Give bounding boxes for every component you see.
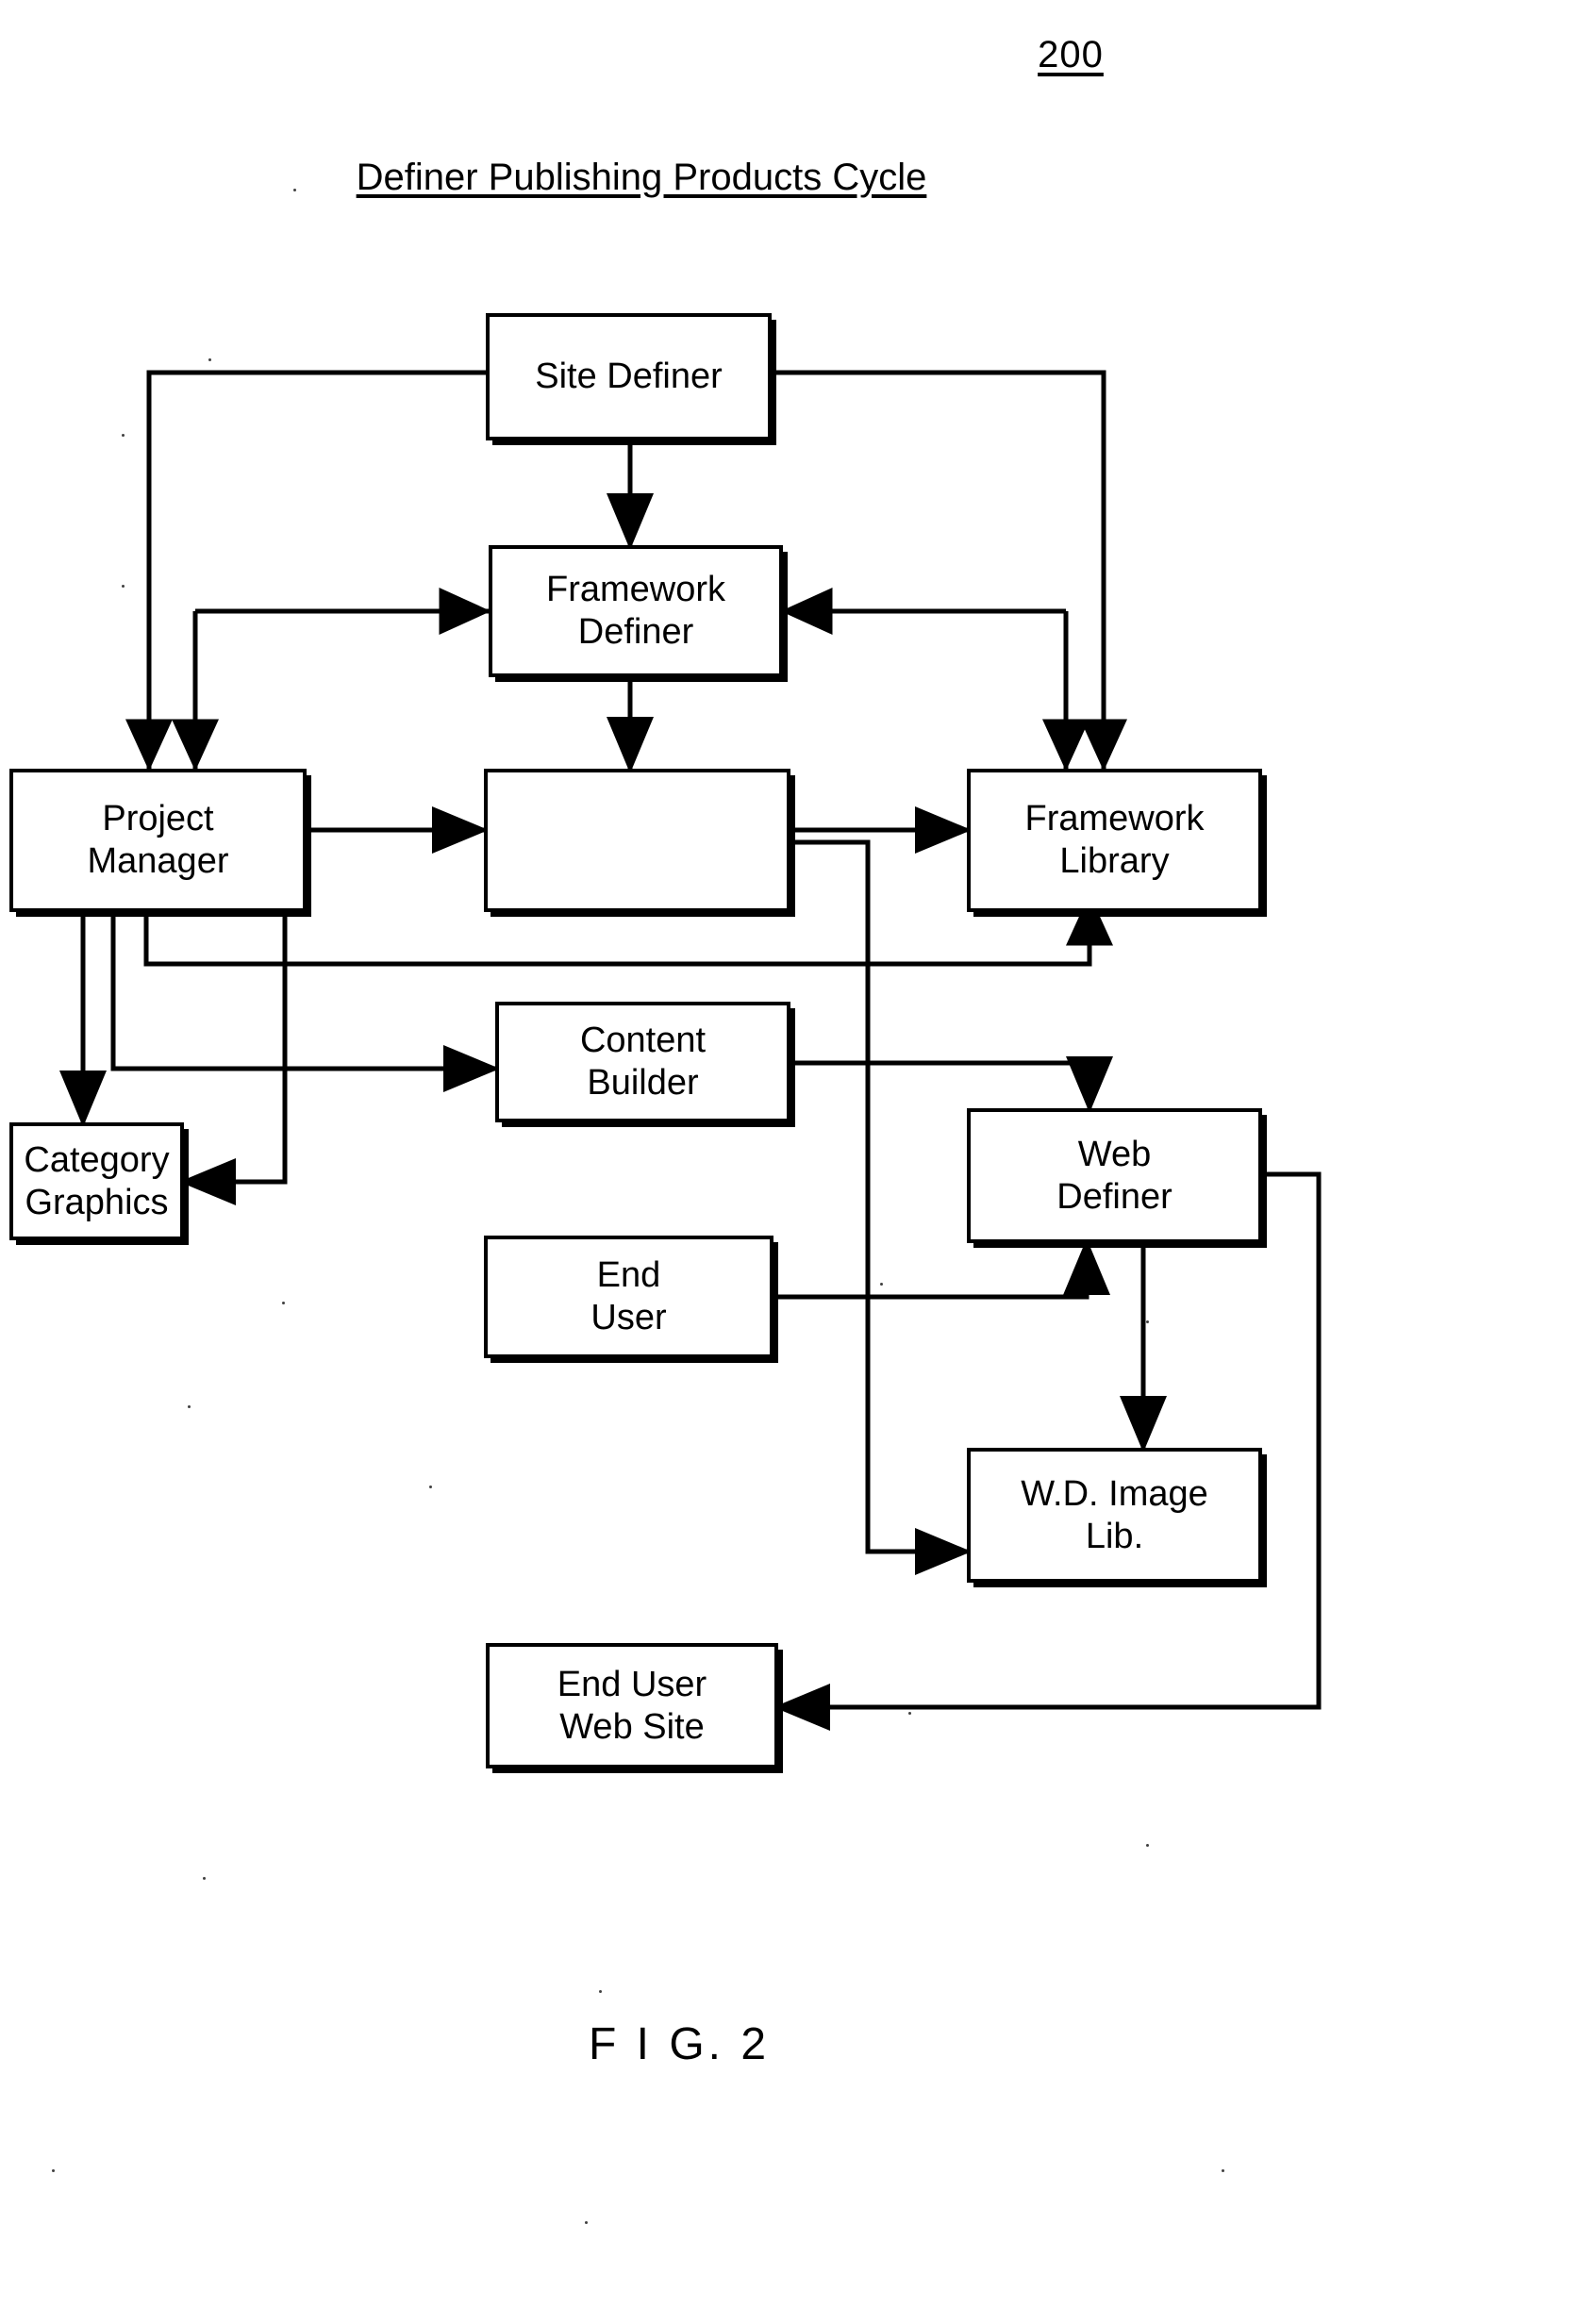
figure-caption: F I G. 2	[588, 2019, 771, 2069]
scan-artifact	[188, 1405, 191, 1408]
node-web-definer[interactable]: Web Definer	[967, 1108, 1262, 1243]
scan-artifact	[599, 1990, 602, 1993]
node-center-unlabeled[interactable]	[484, 769, 790, 912]
figure-reference-number: 200	[1038, 34, 1104, 75]
node-project-manager[interactable]: Project Manager	[9, 769, 307, 912]
node-category-graphics[interactable]: Category Graphics	[9, 1122, 184, 1240]
node-site-definer[interactable]: Site Definer	[486, 313, 772, 440]
scan-artifact	[1146, 1320, 1149, 1323]
scan-artifact	[52, 2169, 55, 2172]
node-end-user[interactable]: End User	[484, 1236, 773, 1358]
node-end-user-web-site[interactable]: End User Web Site	[486, 1643, 778, 1768]
node-framework-definer[interactable]: Framework Definer	[489, 545, 783, 677]
scan-artifact	[122, 585, 125, 588]
scan-artifact	[429, 1486, 432, 1488]
scan-artifact	[293, 189, 296, 191]
diagram-title: Definer Publishing Products Cycle	[356, 157, 927, 198]
scan-artifact	[208, 358, 211, 361]
patent-figure-page: 200 Definer Publishing Products Cycle Si…	[0, 0, 1580, 2324]
scan-artifact	[203, 1877, 206, 1880]
node-framework-library[interactable]: Framework Library	[967, 769, 1262, 912]
node-content-builder[interactable]: Content Builder	[495, 1002, 790, 1122]
scan-artifact	[585, 2221, 588, 2224]
scan-artifact	[1222, 2169, 1224, 2172]
connector-lines	[59, 370, 1322, 1731]
node-wd-image-lib[interactable]: W.D. Image Lib.	[967, 1448, 1262, 1583]
scan-artifact	[880, 1283, 883, 1286]
scan-artifact	[282, 1302, 285, 1304]
scan-artifact	[1146, 1844, 1149, 1847]
scan-artifact	[908, 1712, 911, 1715]
scan-artifact	[122, 434, 125, 437]
